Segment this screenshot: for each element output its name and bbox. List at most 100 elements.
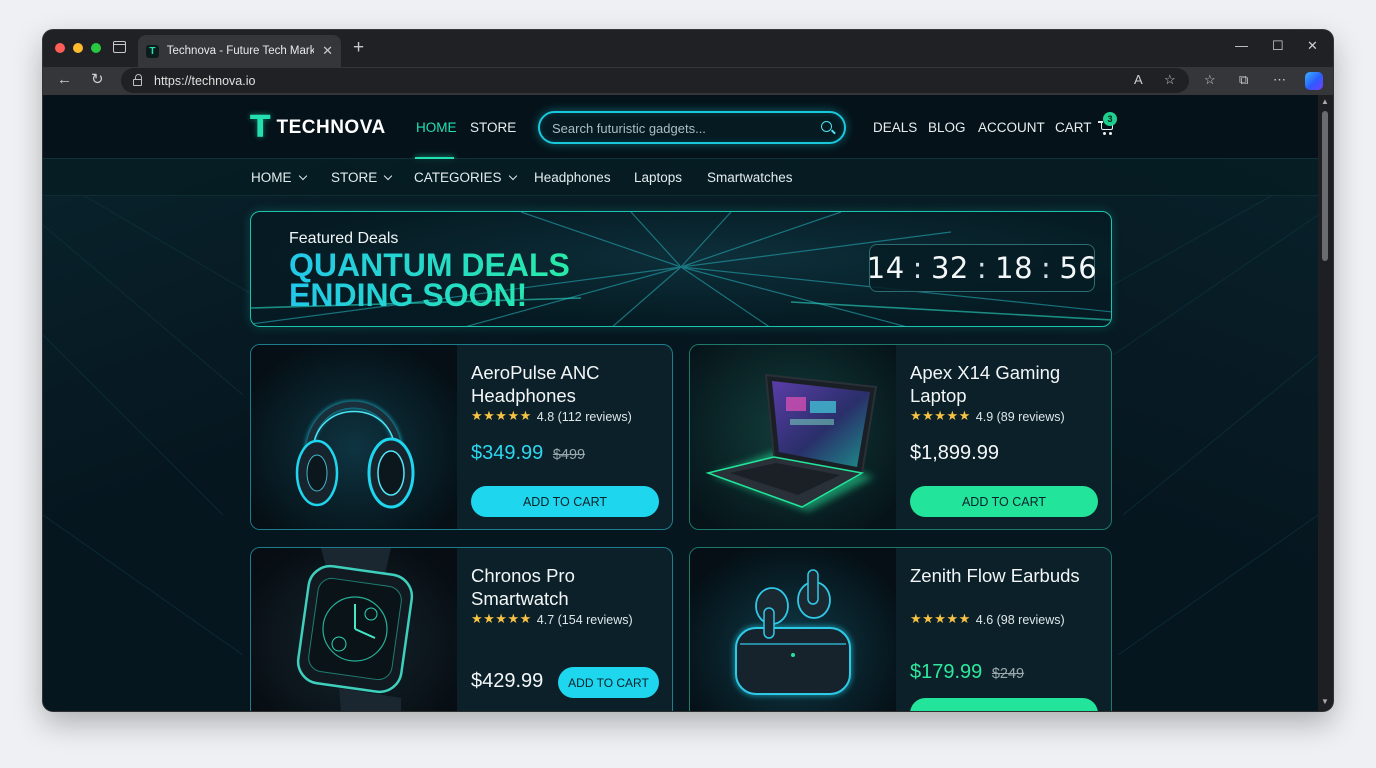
new-tab-button[interactable]: + bbox=[353, 38, 364, 58]
window-maximize-button[interactable]: ☐ bbox=[1272, 38, 1284, 54]
site-header: T TECHNOVA HOME STORE DEALS BLOG ACCOUNT… bbox=[43, 95, 1318, 159]
product-price: $429.99 bbox=[471, 670, 543, 693]
subnav-store-label: STORE bbox=[331, 170, 378, 185]
countdown-timer: 14 : 32 : 18 : 56 bbox=[866, 244, 1098, 292]
sub-navigation: HOME STORE CATEGORIES Headphones Laptops… bbox=[43, 159, 1318, 196]
window-minimize-button[interactable]: — bbox=[1235, 38, 1248, 53]
headphones-icon bbox=[251, 345, 457, 529]
laptop-icon bbox=[690, 345, 896, 529]
lock-icon[interactable] bbox=[133, 73, 142, 86]
tab-title: Technova - Future Tech Marketplace bbox=[166, 45, 315, 57]
product-image-headphones[interactable] bbox=[251, 345, 457, 529]
subnav-headphones[interactable]: Headphones bbox=[534, 170, 611, 185]
product-image-laptop[interactable] bbox=[690, 345, 896, 529]
countdown-separator: : bbox=[1041, 251, 1052, 285]
logo-text: TECHNOVA bbox=[276, 117, 386, 138]
old-price: $499 bbox=[552, 447, 586, 463]
subnav-categories-label: CATEGORIES bbox=[414, 170, 502, 185]
tab-actions-icon[interactable] bbox=[113, 41, 126, 53]
browser-window: T Technova - Future Tech Marketplace ✕ +… bbox=[43, 30, 1333, 711]
nav-cart-label[interactable]: CART bbox=[1055, 120, 1092, 135]
subnav-categories[interactable]: CATEGORIES bbox=[414, 170, 517, 185]
rating-stars-icon: ★★★★★ bbox=[471, 612, 532, 627]
scroll-down-arrow-icon[interactable]: ▼ bbox=[1321, 697, 1329, 706]
collections-icon[interactable]: ⧉ bbox=[1239, 72, 1248, 88]
more-icon[interactable]: ⋯ bbox=[1273, 72, 1286, 88]
banner-label: Featured Deals bbox=[289, 230, 399, 247]
nav-account[interactable]: ACCOUNT bbox=[978, 120, 1045, 135]
read-aloud-icon[interactable]: A bbox=[1134, 72, 1143, 87]
chevron-down-icon bbox=[384, 171, 393, 180]
product-card-smartwatch[interactable]: Chronos Pro Smartwatch ★★★★★ 4.7 (154 re… bbox=[250, 547, 673, 711]
tab-strip: T Technova - Future Tech Marketplace ✕ +… bbox=[43, 30, 1333, 67]
address-bar[interactable]: https://technova.io bbox=[121, 68, 1189, 93]
add-to-cart-button[interactable]: ADD TO CART bbox=[471, 486, 659, 517]
product-card-headphones[interactable]: AeroPulse ANC Headphones ★★★★★ 4.8 (112 … bbox=[250, 344, 673, 530]
scroll-thumb[interactable] bbox=[1322, 111, 1328, 261]
favorites-icon[interactable]: ☆ bbox=[1204, 72, 1216, 88]
search-bar bbox=[538, 111, 846, 144]
cart-count-badge: 3 bbox=[1103, 112, 1117, 126]
page-scrollbar[interactable]: ▲ ▼ bbox=[1318, 95, 1333, 711]
product-card-laptop[interactable]: Apex X14 Gaming Laptop ★★★★★ 4.9 (89 rev… bbox=[689, 344, 1112, 530]
subnav-store[interactable]: STORE bbox=[331, 170, 393, 185]
product-rating: ★★★★★ 4.6 (98 reviews) bbox=[910, 612, 1065, 627]
rating-stars-icon: ★★★★★ bbox=[910, 409, 971, 424]
rating-text: 4.8 (112 reviews) bbox=[536, 409, 632, 424]
subnav-home[interactable]: HOME bbox=[251, 170, 307, 185]
product-price: $179.99 $249 bbox=[910, 661, 1024, 684]
add-to-cart-button[interactable]: ADD TO CART bbox=[910, 486, 1098, 517]
current-price: $179.99 bbox=[910, 661, 983, 683]
search-input[interactable] bbox=[552, 119, 802, 137]
back-arrow-icon[interactable]: ← bbox=[57, 71, 72, 89]
product-card-earbuds[interactable]: Zenith Flow Earbuds ★★★★★ 4.6 (98 review… bbox=[689, 547, 1112, 711]
product-name[interactable]: Chronos Pro Smartwatch bbox=[471, 564, 661, 610]
product-image-earbuds[interactable] bbox=[690, 548, 896, 711]
minimize-window-dot[interactable] bbox=[73, 43, 83, 53]
browser-tab-active[interactable]: T Technova - Future Tech Marketplace ✕ bbox=[138, 35, 341, 67]
product-rating: ★★★★★ 4.9 (89 reviews) bbox=[910, 409, 1065, 424]
product-name[interactable]: Apex X14 Gaming Laptop bbox=[910, 361, 1100, 407]
product-name[interactable]: Zenith Flow Earbuds bbox=[910, 564, 1100, 587]
url-text[interactable]: https://technova.io bbox=[154, 74, 255, 88]
rating-text: 4.9 (89 reviews) bbox=[975, 409, 1065, 424]
rating-text: 4.6 (98 reviews) bbox=[975, 612, 1065, 627]
reload-icon[interactable]: ↻ bbox=[91, 71, 104, 89]
nav-blog[interactable]: BLOG bbox=[928, 120, 966, 135]
add-to-cart-button[interactable]: ADD TO CART bbox=[558, 667, 659, 698]
countdown-separator: : bbox=[912, 251, 923, 285]
countdown-separator: : bbox=[976, 251, 988, 285]
copilot-icon[interactable] bbox=[1305, 72, 1323, 90]
countdown-frames: 56 bbox=[1059, 251, 1098, 285]
maximize-window-dot[interactable] bbox=[91, 43, 101, 53]
subnav-laptops[interactable]: Laptops bbox=[634, 170, 682, 185]
countdown-hours: 14 bbox=[866, 251, 905, 285]
product-name[interactable]: AeroPulse ANC Headphones bbox=[471, 361, 661, 407]
current-price: $429.99 bbox=[471, 670, 544, 692]
product-rating: ★★★★★ 4.7 (154 reviews) bbox=[471, 612, 633, 627]
rating-stars-icon: ★★★★★ bbox=[471, 409, 532, 424]
old-price: $249 bbox=[991, 666, 1025, 682]
featured-deals-banner[interactable]: Featured Deals QUANTUM DEALS ENDING SOON… bbox=[250, 211, 1112, 327]
rating-stars-icon: ★★★★★ bbox=[910, 612, 971, 627]
tab-close-icon[interactable]: ✕ bbox=[322, 43, 333, 59]
subnav-smartwatches[interactable]: Smartwatches bbox=[707, 170, 793, 185]
product-image-smartwatch[interactable] bbox=[251, 548, 457, 711]
window-close-button[interactable]: ✕ bbox=[1307, 38, 1318, 54]
nav-deals[interactable]: DEALS bbox=[873, 120, 917, 135]
logo[interactable]: T TECHNOVA bbox=[250, 113, 386, 143]
favorite-star-icon[interactable]: ☆ bbox=[1164, 72, 1176, 88]
search-icon[interactable] bbox=[821, 121, 832, 132]
nav-home[interactable]: HOME bbox=[416, 120, 457, 135]
close-window-dot[interactable] bbox=[55, 43, 65, 53]
current-price: $349.99 bbox=[471, 442, 544, 464]
current-price: $1,899.99 bbox=[910, 442, 999, 464]
banner-title: QUANTUM DEALS ENDING SOON! bbox=[289, 249, 689, 311]
smartwatch-icon bbox=[251, 548, 457, 711]
nav-store[interactable]: STORE bbox=[470, 120, 516, 135]
product-price: $1,899.99 bbox=[910, 442, 999, 465]
chevron-down-icon bbox=[508, 171, 517, 180]
chevron-down-icon bbox=[298, 171, 307, 180]
scroll-up-arrow-icon[interactable]: ▲ bbox=[1321, 97, 1329, 106]
add-to-cart-button[interactable] bbox=[910, 698, 1098, 711]
